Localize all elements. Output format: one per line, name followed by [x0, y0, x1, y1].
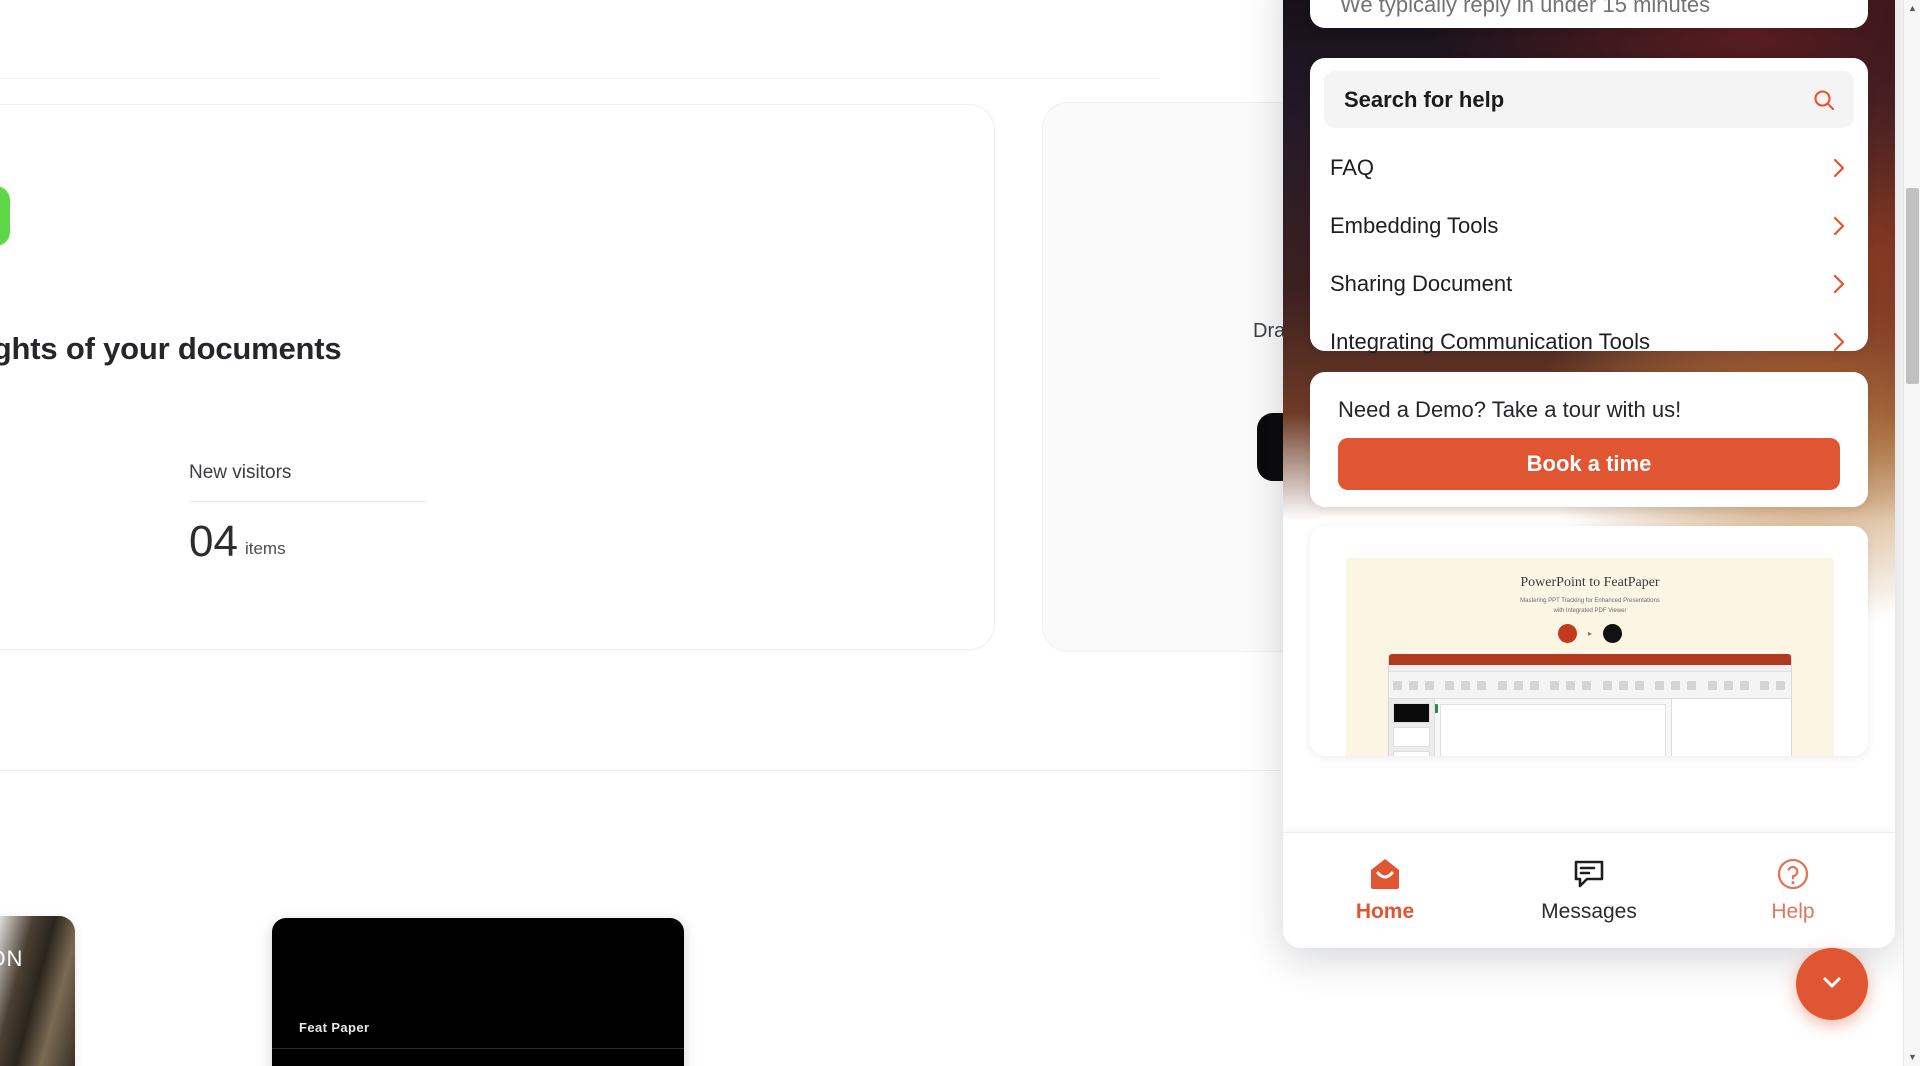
chevron-right-icon [1833, 216, 1845, 236]
messenger-panel: We typically reply in under 15 minutes S… [1283, 0, 1895, 948]
status-badge [0, 186, 10, 246]
section-divider [0, 770, 1280, 771]
home-icon [1368, 857, 1402, 891]
ppt-preview-card[interactable]: PowerPoint to FeatPaper Mastering PPT Tr… [1310, 526, 1868, 756]
screen: , Minjeong Kim analyzing the insights of… [0, 0, 1920, 1066]
ppt-preview-image: PowerPoint to FeatPaper Mastering PPT Tr… [1346, 558, 1834, 756]
ppt-preview-subtitle-line-2: with Integrated PDF Viewer [1553, 608, 1627, 615]
ppt-preview-subtitle: Mastering PPT Tracking for Enhanced Pres… [1346, 596, 1834, 616]
dashboard-hero-card [0, 104, 995, 650]
messenger-content: We typically reply in under 15 minutes S… [1283, 0, 1895, 948]
document-card-rule-1 [272, 1048, 684, 1049]
chevron-right-icon [1833, 274, 1845, 294]
stat-new-visitors-divider [189, 501, 427, 502]
nav-item-home-label: Home [1355, 900, 1415, 923]
help-topic-embedding-tools[interactable]: Embedding Tools [1330, 202, 1850, 250]
ppt-window-ribbon [1389, 672, 1791, 713]
help-topic-label: FAQ [1330, 155, 1375, 180]
thumbnail-caption: CTION [0, 946, 24, 971]
ppt-preview-subtitle-line-1: Mastering PPT Tracking for Enhanced Pres… [1520, 598, 1660, 604]
page-title: , Minjeong Kim [0, 281, 830, 317]
help-topic-label: Embedding Tools [1330, 213, 1499, 238]
search-input[interactable]: Search for help [1324, 71, 1854, 128]
stat-new-visitors-value: 04 items [189, 520, 427, 564]
demo-card: Need a Demo? Take a tour with us! Book a… [1310, 372, 1868, 507]
chevron-right-icon [1833, 158, 1845, 178]
document-card-title-word-2: PDF [476, 1060, 540, 1066]
thumbnail-image [0, 916, 75, 1066]
nav-item-home[interactable]: Home [1330, 857, 1440, 924]
help-card: Search for help FAQ Embedding Tools Shar… [1310, 58, 1868, 354]
arrow-right-icon: ▸ [1587, 629, 1592, 638]
scrollbar-up-arrow[interactable]: ▲ [1904, 0, 1920, 17]
chevron-down-icon [1818, 968, 1846, 1001]
page-scrollbar[interactable]: ▲ ▼ [1903, 0, 1920, 1066]
chevron-right-icon [1833, 332, 1845, 352]
reply-time-card: We typically reply in under 15 minutes [1310, 0, 1868, 28]
scrollbar-down-arrow[interactable]: ▼ [1904, 1049, 1920, 1066]
document-card-brand: Feat Paper [299, 1020, 370, 1035]
chat-bubble-icon [1572, 857, 1606, 891]
help-topic-integrating-communication-tools[interactable]: Integrating Communication Tools [1330, 318, 1850, 366]
ppt-current-slide [1440, 704, 1666, 756]
messenger-nav: Home Messages Help [1283, 832, 1895, 948]
stat-new-visitors-unit: items [244, 539, 286, 558]
help-topic-label: Sharing Document [1330, 271, 1513, 296]
demo-prompt: Need a Demo? Take a tour with us! [1338, 397, 1682, 422]
book-a-time-button[interactable]: Book a time [1338, 438, 1840, 490]
stat-new-visitors: New visitors 04 items [189, 462, 427, 564]
search-icon[interactable] [1812, 88, 1836, 112]
ppt-preview-window [1388, 654, 1792, 756]
nav-item-help-label: Help [1771, 900, 1815, 923]
page-header-divider [0, 78, 1160, 79]
nav-item-messages[interactable]: Messages [1534, 857, 1644, 924]
ppt-window-titlebar [1389, 654, 1791, 665]
help-topic-label: Integrating Communication Tools [1330, 329, 1650, 354]
nav-item-messages-label: Messages [1541, 900, 1637, 923]
reply-time-text: We typically reply in under 15 minutes [1340, 0, 1711, 17]
help-topic-faq[interactable]: FAQ [1330, 144, 1850, 192]
featpaper-logo-icon [1603, 624, 1623, 643]
messenger-launcher-button[interactable] [1796, 948, 1868, 1020]
ppt-window-stage [1389, 699, 1791, 756]
ppt-window-menubar [1389, 665, 1791, 672]
stat-new-visitors-number: 04 [189, 517, 238, 566]
document-card[interactable]: Feat Paper SHARINGPDF DOCUMENT & [272, 918, 684, 1066]
nav-item-help[interactable]: Help [1738, 857, 1848, 924]
page-subtitle: analyzing the insights of your documents [0, 331, 342, 366]
scrollbar-thumb[interactable] [1906, 188, 1919, 384]
help-topic-sharing-document[interactable]: Sharing Document [1330, 260, 1850, 308]
ppt-preview-logos: ▸ [1346, 624, 1834, 643]
document-thumbnail-card[interactable]: CTION [0, 916, 75, 1066]
document-card-title-line-1: SHARING PDF [299, 1060, 540, 1066]
ppt-slide-rail [1389, 699, 1435, 756]
question-circle-icon [1776, 857, 1810, 891]
document-card-title-word-1: SHARING [299, 1060, 444, 1066]
stat-new-visitors-label: New visitors [189, 462, 292, 483]
search-placeholder: Search for help [1344, 86, 1505, 112]
ppt-preview-title: PowerPoint to FeatPaper [1520, 575, 1660, 590]
powerpoint-logo-icon [1557, 624, 1577, 643]
ppt-side-pane [1671, 699, 1791, 756]
